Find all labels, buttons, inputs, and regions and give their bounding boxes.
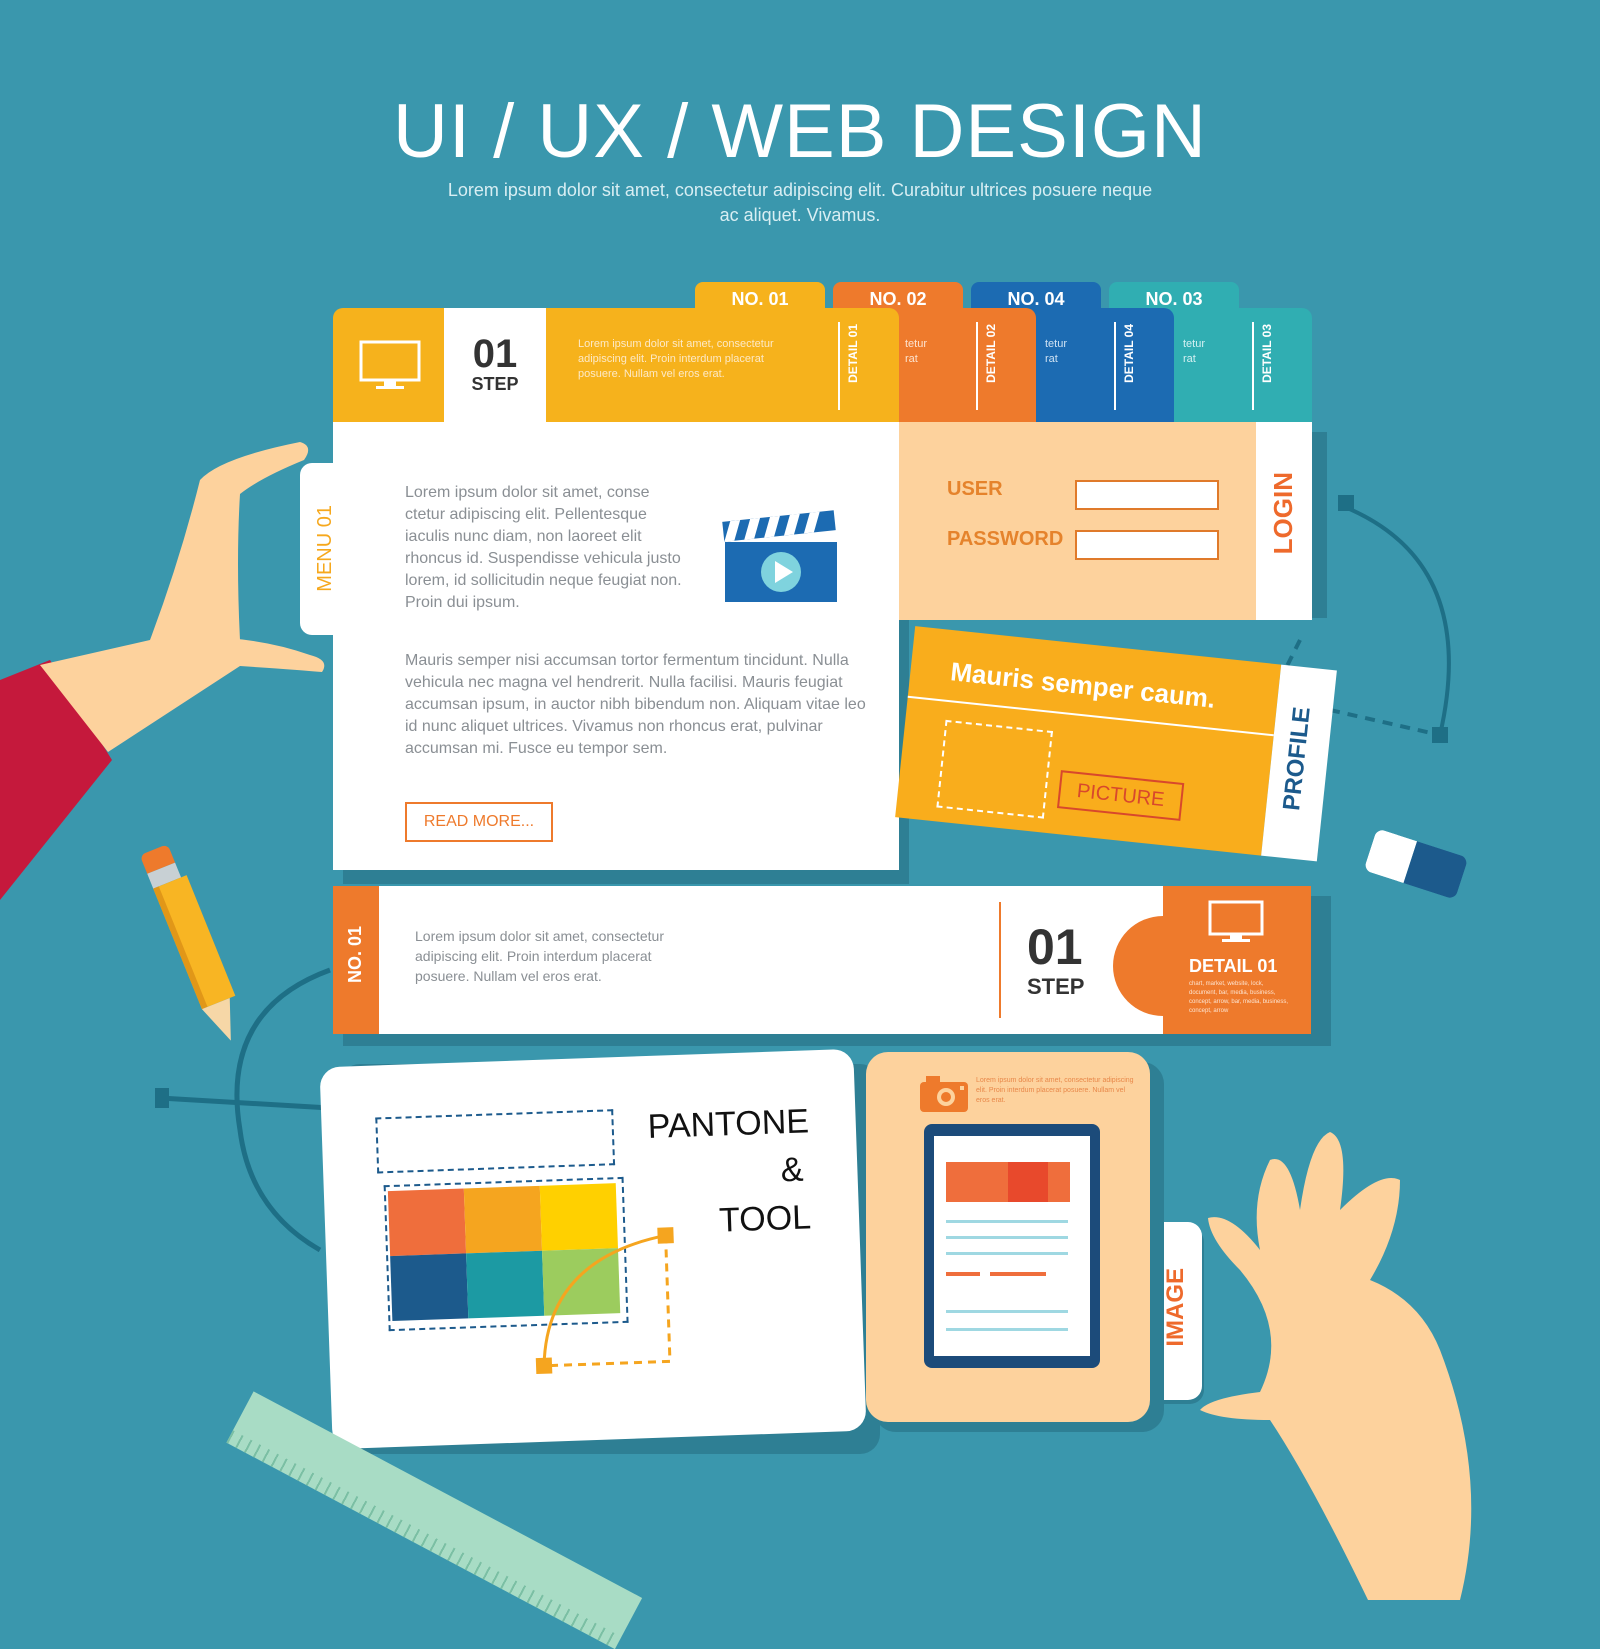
- hands-illustration: [0, 442, 1472, 1600]
- infographic-canvas: { "title": "UI / UX / WEB DESIGN", "subt…: [0, 0, 1600, 1649]
